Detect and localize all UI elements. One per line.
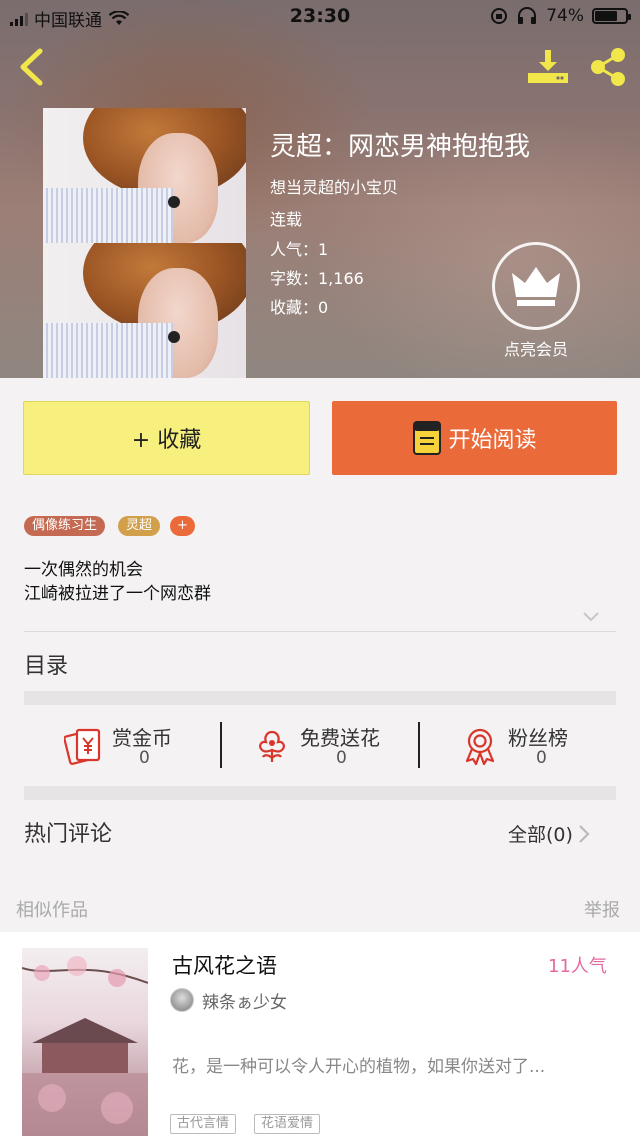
book-cover[interactable] <box>43 108 246 378</box>
tag-chip[interactable]: 古代言情 <box>170 1114 237 1134</box>
recommended-book-card[interactable]: 古风花之语 11人气 辣条ぁ少女 花，是一种可以令人开心的植物，如果你送对了..… <box>0 932 640 1138</box>
divider <box>220 722 222 768</box>
headphones-icon <box>518 7 537 24</box>
battery-percent: 74% <box>546 6 584 26</box>
stat-label: 免费送花 <box>300 726 380 750</box>
stat-value: 0 <box>139 748 150 768</box>
battery-icon <box>592 8 631 24</box>
section-band <box>24 691 616 705</box>
add-tag-button[interactable]: + <box>170 516 195 536</box>
start-reading-label: 开始阅读 <box>448 428 537 453</box>
book-popularity: 人气：1 <box>270 240 329 259</box>
book-author[interactable]: 想当灵超的小宝贝 <box>270 174 398 198</box>
crown-icon <box>512 267 560 306</box>
medal-icon <box>465 728 495 766</box>
chevron-right-icon <box>579 824 590 843</box>
table-of-contents-link[interactable]: 目录 <box>24 648 68 680</box>
all-comments-label: 全部(0) <box>508 824 573 846</box>
stat-value: 0 <box>536 748 547 768</box>
book-status: 连载 <box>270 210 303 229</box>
back-button[interactable] <box>14 46 50 88</box>
recommended-book-author[interactable]: 辣条ぁ少女 <box>202 988 287 1013</box>
tag-chip[interactable]: 灵超 <box>118 516 161 536</box>
flower-icon <box>259 730 285 762</box>
stat-label: 粉丝榜 <box>508 726 568 750</box>
favorite-button[interactable]: + 收藏 <box>23 401 310 475</box>
fan-ranking-button[interactable]: 粉丝榜 0 <box>460 720 640 772</box>
tag-chip[interactable]: 偶像练习生 <box>24 516 106 536</box>
vip-button[interactable] <box>492 242 580 330</box>
book-word-count: 字数：1,166 <box>270 269 364 288</box>
share-icon[interactable] <box>586 46 630 88</box>
orientation-lock-icon <box>491 8 508 24</box>
recommended-book-popularity: 11人气 <box>548 956 607 977</box>
vip-label[interactable]: 点亮会员 <box>492 336 580 360</box>
divider <box>418 722 420 768</box>
stat-value: 0 <box>336 748 347 768</box>
avatar <box>170 988 194 1012</box>
synopsis-line: 江崎被拉进了一个网恋群 <box>24 584 211 604</box>
hot-comments-title: 热门评论 <box>24 822 113 847</box>
stat-label: 赏金币 <box>112 726 172 750</box>
tag-chip[interactable]: 花语爱情 <box>254 1114 321 1134</box>
chevron-down-icon[interactable] <box>582 610 600 622</box>
recommended-book-cover <box>22 948 148 1136</box>
synopsis-line: 一次偶然的机会 <box>24 560 143 580</box>
recommended-book-title[interactable]: 古风花之语 <box>172 950 277 980</box>
red-envelope-icon <box>64 728 101 765</box>
status-bar: 中国联通 23:30 74% <box>0 0 640 34</box>
download-icon[interactable] <box>526 46 570 88</box>
start-reading-button[interactable]: 开始阅读 <box>332 401 617 475</box>
book-icon <box>413 421 442 455</box>
cover-image <box>43 243 246 378</box>
all-comments-link[interactable]: 全部(0) <box>508 820 591 847</box>
cover-image <box>43 108 246 243</box>
recommended-book-description: 花，是一种可以令人开心的植物，如果你送对了... <box>172 1057 546 1077</box>
book-title: 灵超：网恋男神抱抱我 <box>270 132 531 162</box>
reward-coins-button[interactable]: 赏金币 0 <box>64 720 260 772</box>
section-band <box>24 786 616 800</box>
synopsis: 一次偶然的机会 江崎被拉进了一个网恋群 <box>24 558 211 606</box>
book-favorites: 收藏：0 <box>270 298 329 317</box>
divider <box>24 631 616 632</box>
book-header: 中国联通 23:30 74% 灵超：网恋男神抱抱我 想当灵超的小宝贝 连载 人气… <box>0 0 640 378</box>
similar-works-title: 相似作品 <box>16 900 88 921</box>
report-link[interactable]: 举报 <box>584 896 620 922</box>
